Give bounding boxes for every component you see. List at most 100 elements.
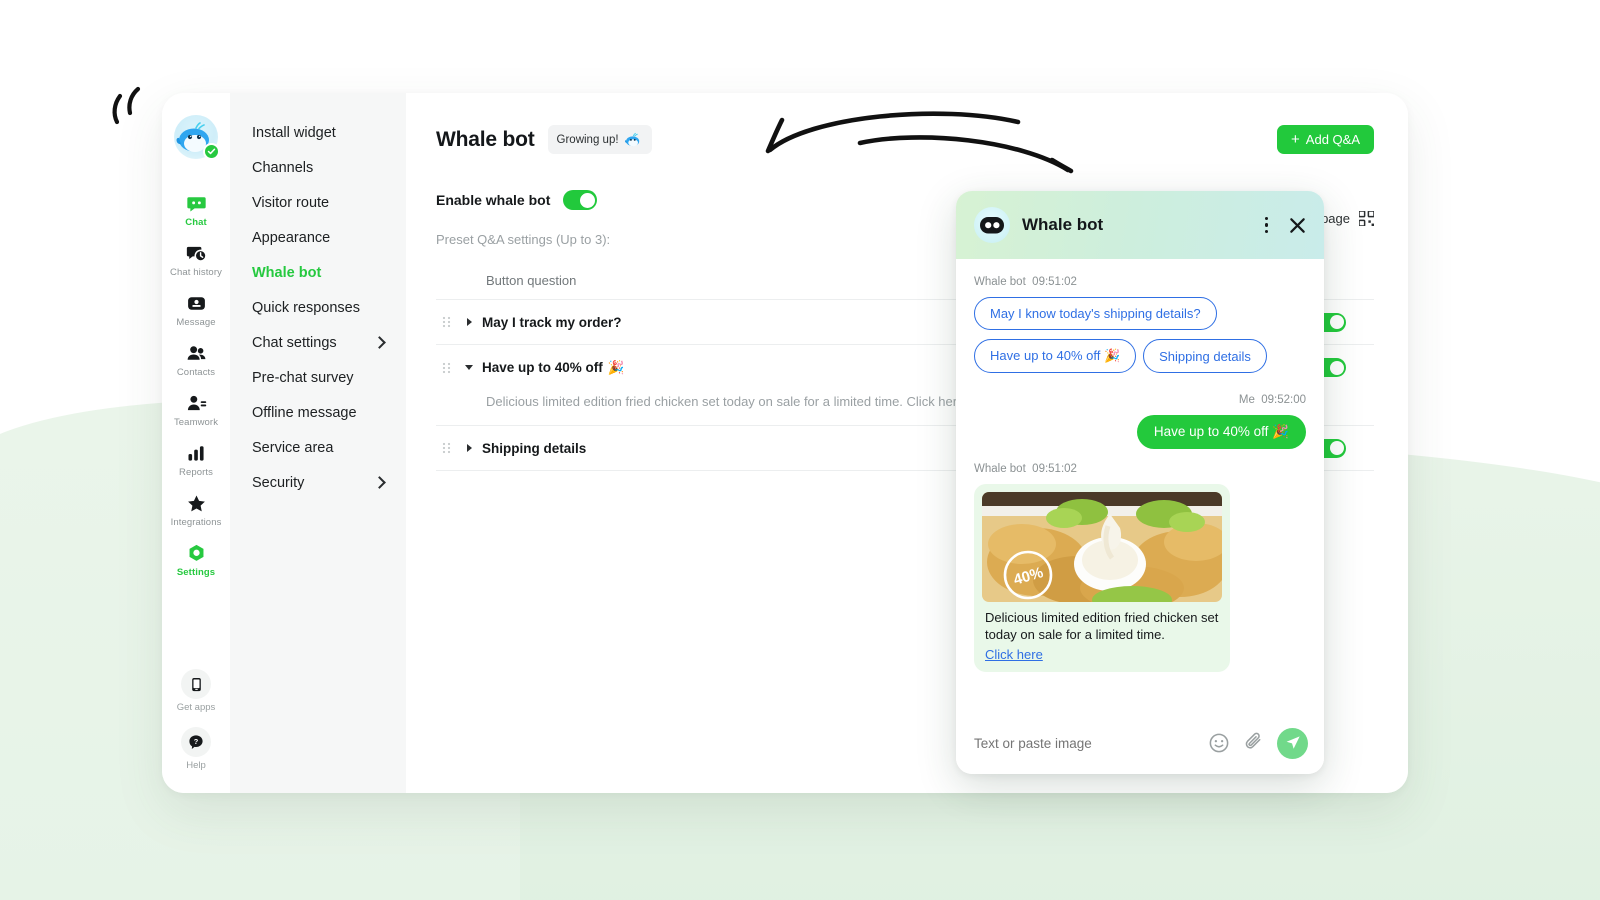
outgoing-message-bubble: Have up to 40% off 🎉 [1136, 415, 1306, 449]
sidebar-item-label: Reports [179, 467, 213, 478]
chat-widget-header: Whale bot [956, 191, 1324, 259]
sidebar-item-message[interactable]: Message [162, 285, 230, 333]
add-qa-button-label: Add Q&A [1305, 132, 1360, 147]
settings-gear-icon [185, 542, 207, 564]
sidebar-item-chat[interactable]: Chat [162, 185, 230, 233]
drag-handle-icon[interactable] [436, 442, 456, 454]
nav-item-label: Chat settings [252, 334, 337, 351]
nav-item-whale-bot[interactable]: Whale bot [230, 255, 406, 290]
chat-widget-title: Whale bot [1022, 215, 1104, 234]
nav-item-label: Visitor route [252, 194, 330, 211]
attachment-paperclip-icon[interactable] [1242, 732, 1265, 755]
bot-avatar [974, 207, 1010, 243]
nav-item-label: Whale bot [252, 264, 322, 281]
sidebar-item-teamwork[interactable]: Teamwork [162, 385, 230, 433]
whale-avatar[interactable] [174, 115, 220, 160]
sidebar-item-chat-history[interactable]: Chat history [162, 235, 230, 283]
sidebar-item-contacts[interactable]: Contacts [162, 335, 230, 383]
sidebar-item-label: Contacts [176, 367, 216, 378]
sidebar-item-label: Chat [185, 217, 207, 228]
nav-item-label: Appearance [252, 229, 331, 246]
screenshot-root: Chat Chat history Message Contacts Teamw… [0, 0, 1600, 900]
chat-message-list: Whale bot 09:51:02 May I know today's sh… [956, 259, 1324, 712]
emoji-icon[interactable] [1207, 732, 1230, 755]
sidebar-item-label: Chat history [170, 267, 222, 278]
sidebar-item-help[interactable]: ? Help [181, 727, 211, 771]
question-text: Shipping details [482, 441, 586, 456]
sidebar-item-reports[interactable]: Reports [162, 435, 230, 483]
toggle-knob [1329, 315, 1344, 329]
message-time: 09:52:00 [1261, 394, 1306, 406]
enable-whale-bot-toggle[interactable] [563, 190, 598, 210]
settings-nav: Install widget Channels Visitor route Ap… [230, 93, 406, 793]
reports-icon [185, 442, 207, 464]
product-card-text: Delicious limited edition fried chicken … [985, 610, 1219, 643]
drag-handle-icon[interactable] [436, 316, 456, 328]
nav-item-channels[interactable]: Channels [230, 150, 406, 185]
page-title: Whale bot [436, 127, 535, 151]
nav-item-pre-chat-survey[interactable]: Pre-chat survey [230, 360, 406, 395]
party-popper-emoji-icon: 🎉 [607, 359, 625, 375]
rail-bottom-items: Get apps ? Help [177, 669, 215, 793]
quick-reply-button[interactable]: Shipping details [1143, 339, 1267, 373]
contacts-icon [185, 342, 207, 364]
message-icon [185, 292, 207, 314]
icon-rail: Chat Chat history Message Contacts Teamw… [162, 93, 230, 793]
sidebar-item-label: Message [176, 317, 216, 328]
question-label: May I track my order? [482, 314, 622, 330]
add-qa-button[interactable]: + Add Q&A [1277, 125, 1374, 154]
message-time: 09:51:02 [1032, 276, 1077, 288]
nav-item-label: Channels [252, 159, 314, 176]
verified-check-icon [203, 143, 220, 160]
collapse-caret-icon[interactable] [456, 365, 482, 370]
sidebar-item-integrations[interactable]: Integrations [162, 485, 230, 533]
nav-item-label: Service area [252, 439, 334, 456]
toggle-knob [579, 192, 595, 208]
answer-text: Delicious limited edition fried chicken … [486, 394, 965, 409]
teamwork-icon [185, 392, 207, 414]
status-badge: Growing up! [547, 125, 652, 154]
nav-item-security[interactable]: Security [230, 465, 406, 500]
chat-history-icon [185, 242, 207, 264]
question-label: Shipping details [482, 440, 587, 456]
column-header-question: Button question [486, 273, 577, 288]
nav-item-label: Pre-chat survey [252, 369, 354, 386]
sidebar-item-label: Teamwork [173, 417, 219, 428]
quick-reply-button[interactable]: Have up to 40% off 🎉 [974, 339, 1137, 373]
message-sender: Whale bot [974, 463, 1026, 475]
close-icon[interactable] [1286, 214, 1308, 236]
nav-item-quick-responses[interactable]: Quick responses [230, 290, 406, 325]
chat-input-bar [956, 712, 1324, 774]
expand-caret-icon[interactable] [456, 444, 482, 452]
question-text: May I track my order? [482, 315, 622, 330]
chat-icon [185, 192, 207, 214]
product-card-link[interactable]: Click here [982, 647, 1046, 662]
chat-widget: Whale bot Whale bot 09:51:02 May I know … [956, 191, 1324, 774]
chat-input[interactable] [974, 735, 1195, 751]
question-label: Have up to 40% off [482, 360, 603, 375]
nav-item-offline-message[interactable]: Offline message [230, 395, 406, 430]
sidebar-item-settings[interactable]: Settings [162, 535, 230, 583]
nav-item-appearance[interactable]: Appearance [230, 220, 406, 255]
nav-item-chat-settings[interactable]: Chat settings [230, 325, 406, 360]
help-question-icon: ? [181, 727, 211, 757]
expand-caret-icon[interactable] [456, 318, 482, 326]
chat-widget-actions [1261, 213, 1309, 238]
quick-reply-button[interactable]: May I know today's shipping details? [974, 297, 1217, 330]
nav-item-label: Offline message [252, 404, 357, 421]
sidebar-item-label: Help [186, 760, 206, 771]
message-meta: Whale bot 09:51:02 [974, 276, 1306, 288]
message-meta: Whale bot 09:51:02 [974, 463, 1306, 475]
nav-item-service-area[interactable]: Service area [230, 430, 406, 465]
message-meta: Me 09:52:00 [974, 394, 1306, 406]
nav-item-install-widget[interactable]: Install widget [230, 115, 406, 150]
enable-whale-bot-label: Enable whale bot [436, 192, 551, 208]
drag-handle-icon[interactable] [436, 362, 456, 374]
send-button[interactable] [1277, 727, 1308, 759]
product-card[interactable]: 40% Delicious limited edition fried chic… [974, 484, 1230, 672]
message-sender: Me [1238, 394, 1255, 406]
more-options-icon[interactable] [1261, 213, 1273, 238]
nav-item-visitor-route[interactable]: Visitor route [230, 185, 406, 220]
sidebar-item-get-apps[interactable]: Get apps [177, 669, 215, 713]
plus-icon: + [1291, 131, 1300, 148]
